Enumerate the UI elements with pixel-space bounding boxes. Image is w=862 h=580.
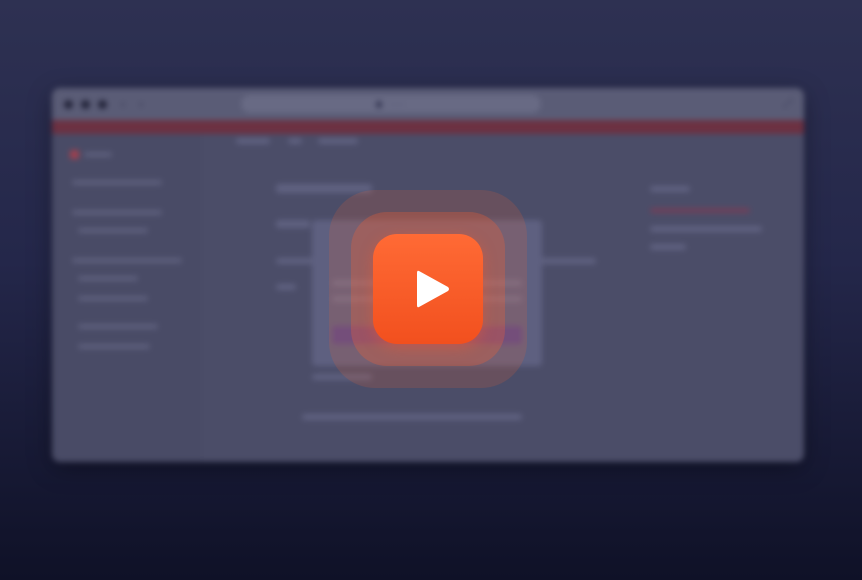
sidebar-line	[78, 228, 148, 233]
sidebar-line	[78, 344, 150, 349]
lock-icon	[376, 100, 382, 108]
content-text-line	[276, 284, 296, 290]
sidebar-line	[78, 324, 158, 329]
sidebar-line	[78, 276, 138, 281]
play-button-wrapper	[329, 190, 527, 388]
window-close-dot	[64, 99, 73, 109]
window-titlebar: ‹ › ······ ⤢	[52, 88, 804, 120]
content-tab-line	[288, 138, 302, 144]
content-tab-line	[318, 138, 358, 144]
play-button[interactable]	[373, 234, 483, 344]
content-tab-line	[236, 138, 270, 144]
sidebar-line	[84, 152, 112, 157]
blurred-sidebar	[52, 134, 202, 462]
address-text: ······	[388, 99, 406, 109]
sidebar-line	[72, 258, 182, 263]
address-bar: ······	[241, 95, 541, 113]
aside-heading-line	[650, 186, 690, 192]
forward-arrow-icon: ›	[139, 97, 143, 111]
window-zoom-dot	[98, 99, 107, 109]
window-minimize-dot	[81, 99, 90, 109]
brand-logo-icon	[70, 150, 79, 159]
expand-icon: ⤢	[783, 97, 792, 110]
top-banner	[52, 120, 804, 134]
aside-text-line	[650, 244, 686, 250]
aside-link-line	[650, 208, 750, 213]
content-text-line	[302, 414, 522, 420]
sidebar-line	[72, 210, 162, 215]
sidebar-line	[72, 180, 162, 185]
sidebar-line	[78, 296, 148, 301]
play-icon	[417, 270, 449, 308]
content-heading-line	[276, 220, 310, 228]
aside-text-line	[650, 226, 762, 232]
back-arrow-icon: ‹	[121, 97, 125, 111]
